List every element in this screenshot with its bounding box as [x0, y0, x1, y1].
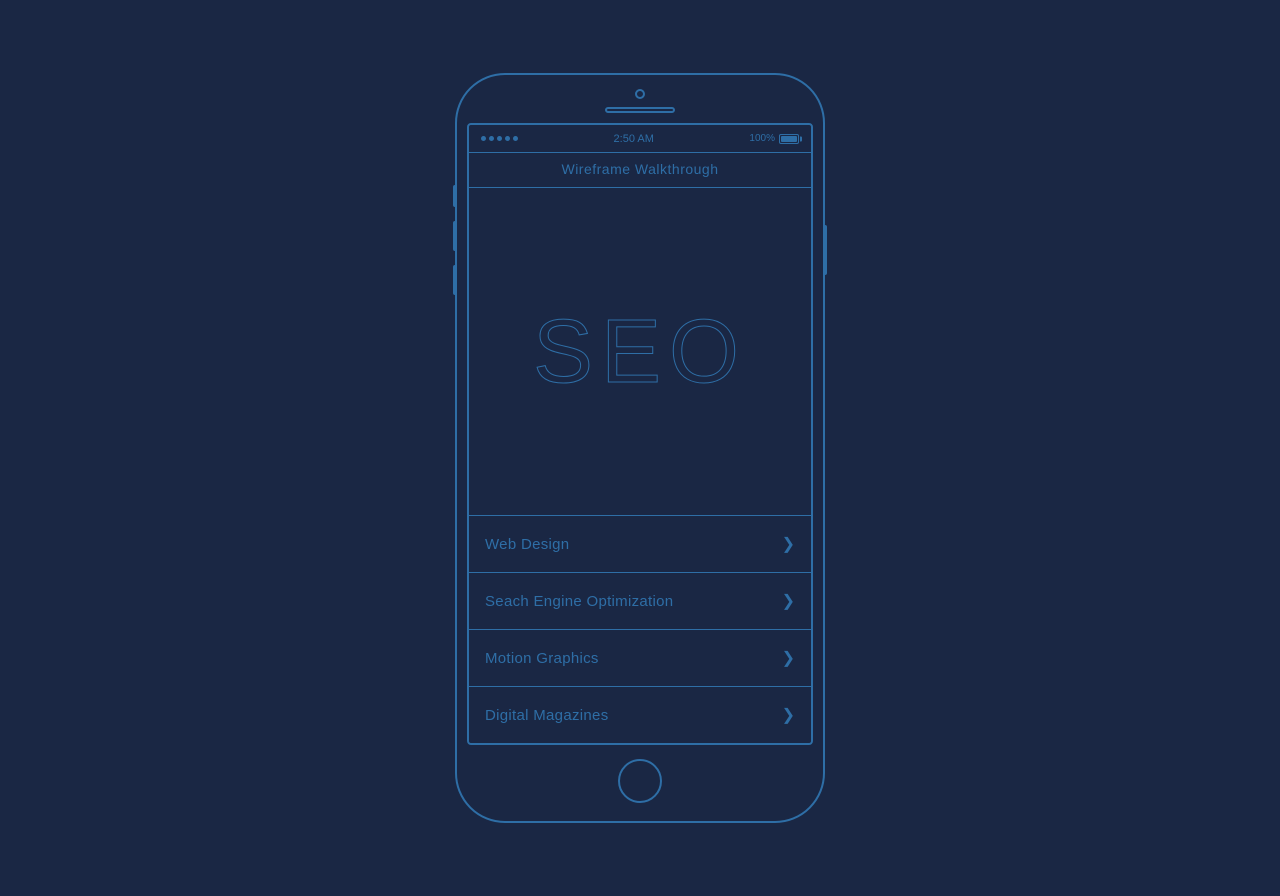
phone-screen: 2:50 AM 100% Wireframe Walkthrough SEO W… — [467, 123, 813, 745]
battery-percent-label: 100% — [749, 133, 775, 144]
menu-item-digital-magazines[interactable]: Digital Magazines ❯ — [469, 687, 811, 743]
volume-up-button[interactable] — [453, 185, 457, 207]
volume-down-button[interactable] — [453, 221, 457, 251]
menu-item-label-web-design: Web Design — [485, 536, 569, 553]
menu-item-motion-graphics[interactable]: Motion Graphics ❯ — [469, 630, 811, 687]
app-title: Wireframe Walkthrough — [561, 161, 718, 177]
signal-dot-3 — [497, 136, 502, 141]
app-title-bar: Wireframe Walkthrough — [469, 153, 811, 188]
phone-top-bar — [457, 75, 823, 123]
signal-dot-5 — [513, 136, 518, 141]
signal-dot-1 — [481, 136, 486, 141]
menu-list: Web Design ❯ Seach Engine Optimization ❯… — [469, 516, 811, 743]
menu-item-label-motion-graphics: Motion Graphics — [485, 650, 599, 667]
side-buttons-left — [453, 185, 457, 295]
signal-dot-4 — [505, 136, 510, 141]
battery-fill — [781, 136, 797, 142]
chevron-icon-seo: ❯ — [782, 591, 795, 611]
battery-indicator: 100% — [749, 133, 799, 144]
side-buttons-right — [823, 225, 827, 275]
speaker-grill — [605, 107, 675, 113]
phone-bottom-bar — [457, 745, 823, 821]
menu-item-seo[interactable]: Seach Engine Optimization ❯ — [469, 573, 811, 630]
chevron-icon-web-design: ❯ — [782, 534, 795, 554]
mute-button[interactable] — [453, 265, 457, 295]
phone-frame: 2:50 AM 100% Wireframe Walkthrough SEO W… — [455, 73, 825, 823]
signal-indicator — [481, 136, 518, 141]
status-time: 2:50 AM — [614, 133, 654, 145]
power-button[interactable] — [823, 225, 827, 275]
status-bar: 2:50 AM 100% — [469, 125, 811, 153]
chevron-icon-digital-magazines: ❯ — [782, 705, 795, 725]
hero-text: SEO — [533, 307, 747, 397]
signal-dot-2 — [489, 136, 494, 141]
menu-item-label-digital-magazines: Digital Magazines — [485, 707, 609, 724]
battery-icon — [779, 134, 799, 144]
menu-item-web-design[interactable]: Web Design ❯ — [469, 516, 811, 573]
front-camera — [635, 89, 645, 99]
chevron-icon-motion-graphics: ❯ — [782, 648, 795, 668]
home-button[interactable] — [618, 759, 662, 803]
menu-item-label-seo: Seach Engine Optimization — [485, 593, 673, 610]
hero-section: SEO — [469, 188, 811, 516]
